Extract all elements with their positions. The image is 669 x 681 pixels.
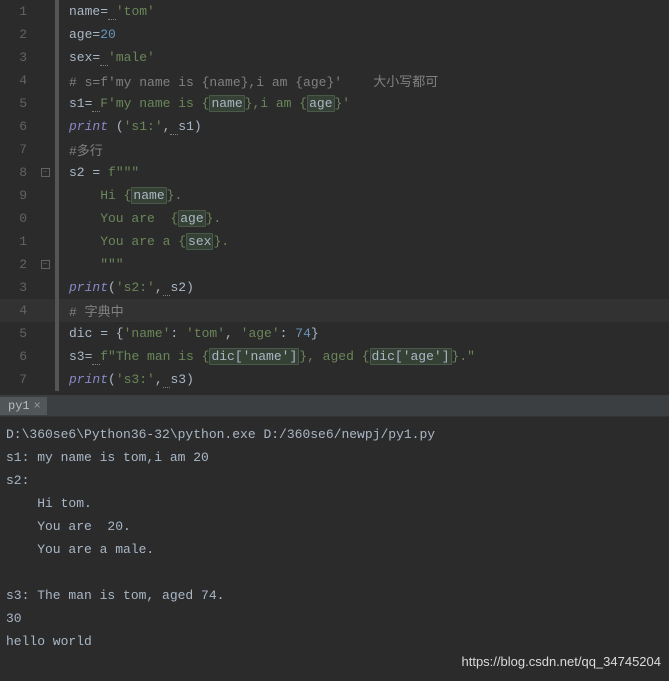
- code-content[interactable]: #多行: [59, 140, 103, 159]
- code-line[interactable]: 1 You are a {sex}.: [0, 230, 669, 253]
- code-line[interactable]: 7 #多行: [0, 138, 669, 161]
- code-content[interactable]: # 字典中: [59, 301, 124, 320]
- code-content[interactable]: age=20: [59, 27, 116, 42]
- code-line[interactable]: 7 print('s3:', s3): [0, 368, 669, 391]
- code-content[interactable]: name= 'tom': [59, 4, 155, 19]
- line-number: 4: [0, 73, 35, 88]
- code-content[interactable]: print('s2:', s2): [59, 280, 194, 295]
- line-number: 2: [0, 27, 35, 42]
- console-line: D:\360se6\Python36-32\python.exe D:/360s…: [6, 423, 663, 446]
- line-number: 3: [0, 280, 35, 295]
- code-content[interactable]: # s=f'my name is {name},i am {age}' 大小写都…: [59, 71, 438, 90]
- code-line[interactable]: 6 print ('s1:', s1): [0, 115, 669, 138]
- tab-label: py1: [8, 399, 30, 413]
- code-line[interactable]: 2 age=20: [0, 23, 669, 46]
- code-content[interactable]: sex= 'male': [59, 50, 155, 65]
- code-content[interactable]: s3= f"The man is {dic['name']}, aged {di…: [59, 349, 475, 364]
- fold-end-icon[interactable]: −: [41, 260, 50, 269]
- line-number: 9: [0, 188, 35, 203]
- console-tab[interactable]: py1 ×: [0, 397, 47, 415]
- code-content[interactable]: dic = {'name': 'tom', 'age': 74}: [59, 326, 319, 341]
- console-line: hello world: [6, 630, 663, 653]
- console-line: 30: [6, 607, 663, 630]
- code-line[interactable]: 5 s1= F'my name is {name},i am {age}': [0, 92, 669, 115]
- line-number: 7: [0, 372, 35, 387]
- line-number: 6: [0, 119, 35, 134]
- code-content[interactable]: Hi {name}.: [59, 188, 182, 203]
- code-content[interactable]: s2 = f""": [59, 165, 139, 180]
- fold-collapse-icon[interactable]: −: [41, 168, 50, 177]
- code-line[interactable]: 0 You are {age}.: [0, 207, 669, 230]
- code-content[interactable]: print ('s1:', s1): [59, 119, 202, 134]
- line-number: 7: [0, 142, 35, 157]
- console-line: s1: my name is tom,i am 20: [6, 446, 663, 469]
- code-line[interactable]: 3 sex= 'male': [0, 46, 669, 69]
- code-line[interactable]: 4 # s=f'my name is {name},i am {age}' 大小写…: [0, 69, 669, 92]
- close-icon[interactable]: ×: [34, 399, 41, 413]
- code-line[interactable]: 4 # 字典中: [0, 299, 669, 322]
- line-number: 4: [0, 303, 35, 318]
- line-number: 5: [0, 96, 35, 111]
- console-line: You are 20.: [6, 515, 663, 538]
- console-line: s3: The man is tom, aged 74.: [6, 584, 663, 607]
- code-line[interactable]: 6 s3= f"The man is {dic['name']}, aged {d…: [0, 345, 669, 368]
- code-content[interactable]: s1= F'my name is {name},i am {age}': [59, 96, 350, 111]
- code-content[interactable]: print('s3:', s3): [59, 372, 194, 387]
- code-line[interactable]: 1 name= 'tom': [0, 0, 669, 23]
- line-number: 3: [0, 50, 35, 65]
- watermark: https://blog.csdn.net/qq_34745204: [462, 654, 662, 669]
- console-line: Hi tom.: [6, 492, 663, 515]
- line-number: 2: [0, 257, 35, 272]
- code-editor[interactable]: 1 name= 'tom' 2 age=20 3 sex= 'male' 4 # s=f'my…: [0, 0, 669, 395]
- console-output[interactable]: D:\360se6\Python36-32\python.exe D:/360s…: [0, 417, 669, 659]
- console-line: [6, 561, 663, 584]
- code-line[interactable]: 2− """: [0, 253, 669, 276]
- line-number: 5: [0, 326, 35, 341]
- line-number: 6: [0, 349, 35, 364]
- line-number: 8: [0, 165, 35, 180]
- console-tabbar: py1 ×: [0, 395, 669, 417]
- line-number: 1: [0, 4, 35, 19]
- line-number: 1: [0, 234, 35, 249]
- console-line: You are a male.: [6, 538, 663, 561]
- code-line[interactable]: 5 dic = {'name': 'tom', 'age': 74}: [0, 322, 669, 345]
- fold-gutter: −: [35, 168, 55, 177]
- code-content[interactable]: You are {age}.: [59, 211, 221, 226]
- code-line[interactable]: 8−s2 = f""": [0, 161, 669, 184]
- code-content[interactable]: """: [59, 257, 124, 272]
- line-number: 0: [0, 211, 35, 226]
- code-line[interactable]: 3 print('s2:', s2): [0, 276, 669, 299]
- code-content[interactable]: You are a {sex}.: [59, 234, 229, 249]
- fold-gutter: −: [35, 260, 55, 269]
- console-line: s2:: [6, 469, 663, 492]
- code-line[interactable]: 9 Hi {name}.: [0, 184, 669, 207]
